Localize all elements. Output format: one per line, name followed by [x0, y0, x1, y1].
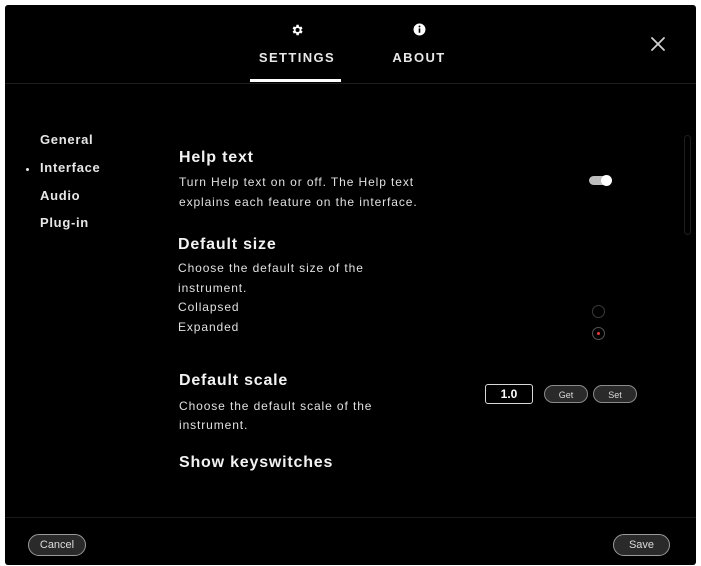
sidebar-item-plugin[interactable]: Plug-in: [40, 215, 89, 230]
sidebar-item-audio[interactable]: Audio: [40, 188, 80, 203]
default-size-description-line: Choose the default size of the: [178, 261, 364, 275]
expanded-radio[interactable]: [592, 327, 605, 340]
radio-selected-dot: [597, 332, 600, 335]
toggle-knob: [601, 175, 612, 186]
cancel-button[interactable]: Cancel: [28, 534, 86, 556]
option-collapsed-label: Collapsed: [178, 300, 240, 314]
settings-window: SETTINGS ABOUT General Interface Audio P…: [5, 5, 696, 565]
default-scale-description-line: instrument.: [179, 418, 249, 432]
settings-content: General Interface Audio Plug-in Help tex…: [5, 5, 696, 517]
set-scale-button[interactable]: Set: [593, 385, 637, 403]
help-text-description-line: Turn Help text on or off. The Help text: [179, 175, 414, 189]
default-size-description-line: instrument.: [178, 281, 248, 295]
option-expanded-label: Expanded: [178, 320, 240, 334]
default-scale-title: Default scale: [179, 372, 289, 389]
sidebar-item-interface[interactable]: Interface: [40, 160, 101, 175]
save-button[interactable]: Save: [613, 534, 670, 556]
collapsed-radio[interactable]: [592, 305, 605, 318]
help-text-toggle[interactable]: [589, 175, 612, 186]
show-keyswitches-title: Show keyswitches: [179, 454, 334, 471]
active-item-bullet: [26, 168, 29, 171]
help-text-description-line: explains each feature on the interface.: [179, 195, 418, 209]
content-scrollbar[interactable]: [684, 135, 691, 235]
scale-value-input[interactable]: [485, 384, 533, 404]
sidebar-item-general[interactable]: General: [40, 132, 93, 147]
footer: Cancel Save: [5, 517, 696, 565]
get-scale-button[interactable]: Get: [544, 385, 588, 403]
help-text-title: Help text: [179, 149, 254, 166]
default-scale-description-line: Choose the default scale of the: [179, 399, 373, 413]
default-size-title: Default size: [178, 236, 277, 253]
